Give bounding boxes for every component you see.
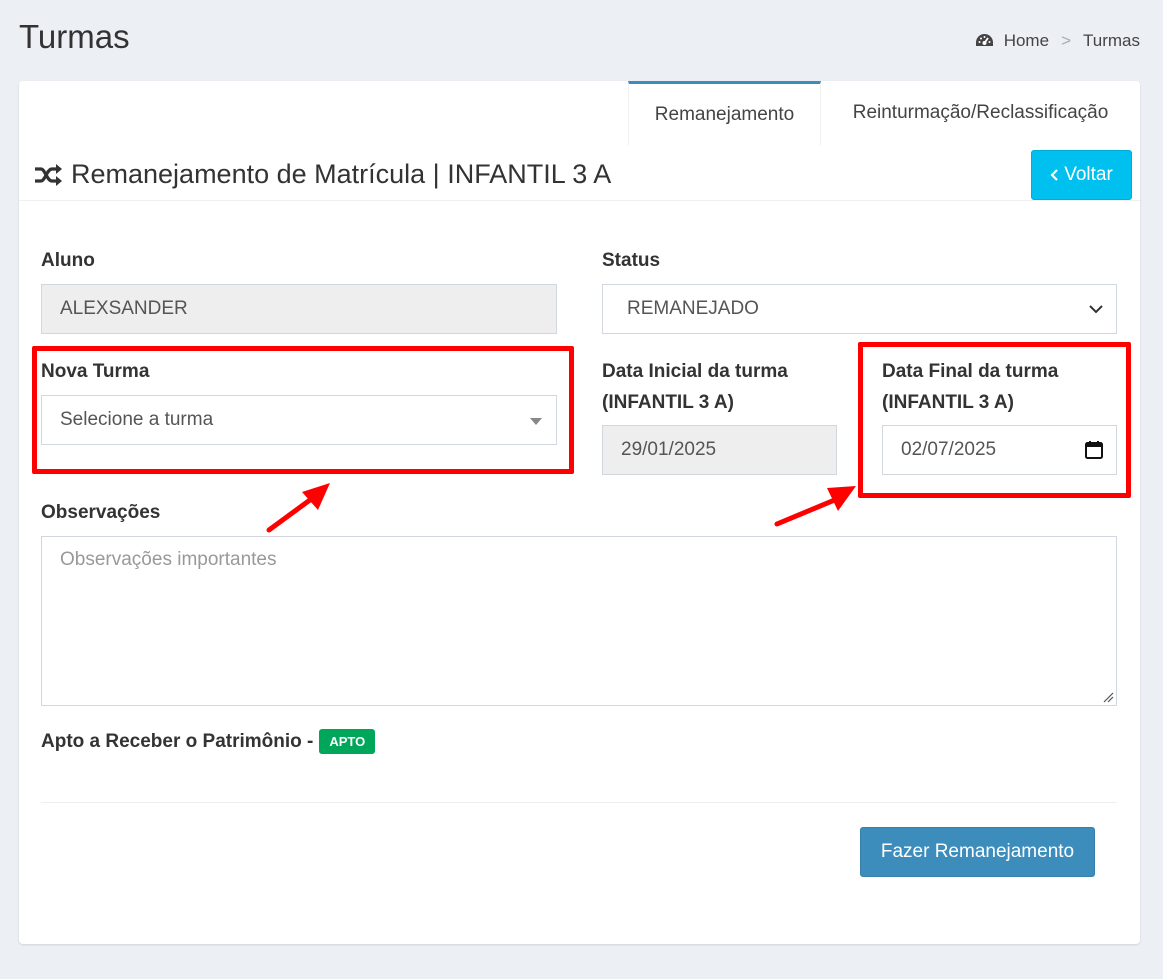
observacoes-label: Observações bbox=[41, 502, 161, 523]
resize-grip-icon[interactable] bbox=[1102, 691, 1114, 703]
chevron-left-icon bbox=[1050, 169, 1058, 181]
submit-button[interactable]: Fazer Remanejamento bbox=[860, 827, 1095, 877]
tab-remanejamento[interactable]: Remanejamento bbox=[628, 81, 821, 145]
data-inicial-label: Data Inicial da turma (INFANTIL 3 A) bbox=[602, 356, 788, 418]
status-label: Status bbox=[602, 250, 661, 271]
dashboard-icon bbox=[975, 34, 993, 46]
nova-turma-label: Nova Turma bbox=[41, 361, 150, 382]
breadcrumb-current: Turmas bbox=[1083, 31, 1140, 50]
breadcrumb-separator: > bbox=[1061, 31, 1071, 50]
main-card: Remanejamento Reinturmação/Reclassificaç… bbox=[19, 81, 1140, 944]
page-title: Turmas bbox=[19, 18, 130, 55]
aluno-field: ALEXSANDER bbox=[41, 284, 557, 334]
shuffle-icon bbox=[35, 163, 62, 186]
section-title: Remanejamento de Matrícula | INFANTIL 3 … bbox=[33, 159, 611, 190]
data-inicial-label-line2: (INFANTIL 3 A) bbox=[602, 392, 734, 413]
data-final-label-line1: Data Final da turma bbox=[882, 361, 1059, 382]
breadcrumb-home-link[interactable]: Home bbox=[1004, 31, 1049, 51]
observacoes-textarea[interactable]: Observações importantes bbox=[41, 536, 1117, 706]
apto-line: Apto a Receber o Patrimônio - APTO bbox=[41, 729, 376, 754]
data-inicial-value: 29/01/2025 bbox=[621, 439, 717, 460]
data-final-label-line2: (INFANTIL 3 A) bbox=[882, 392, 1014, 413]
data-inicial-field: 29/01/2025 bbox=[602, 425, 837, 475]
annotation-arrow-left bbox=[266, 483, 330, 533]
caret-down-icon bbox=[530, 418, 542, 425]
annotation-arrow-right bbox=[774, 486, 856, 527]
breadcrumb: Home > Turmas bbox=[975, 31, 1140, 51]
card-header: Remanejamento de Matrícula | INFANTIL 3 … bbox=[19, 145, 1140, 201]
data-inicial-label-line1: Data Inicial da turma bbox=[602, 361, 788, 382]
back-button[interactable]: Voltar bbox=[1031, 150, 1132, 200]
nova-turma-select[interactable]: Selecione a turma bbox=[41, 395, 557, 445]
chevron-down-icon bbox=[1089, 305, 1103, 314]
apto-label: Apto a Receber o Patrimônio - bbox=[41, 730, 314, 752]
data-final-value: 02/07/2025 bbox=[901, 439, 997, 460]
section-title-text: Remanejamento de Matrícula | INFANTIL 3 … bbox=[71, 159, 612, 189]
divider bbox=[41, 802, 1117, 803]
data-final-input[interactable]: 02/07/2025 bbox=[882, 425, 1117, 475]
status-value: REMANEJADO bbox=[627, 298, 759, 319]
data-final-label: Data Final da turma (INFANTIL 3 A) bbox=[882, 356, 1058, 418]
calendar-icon[interactable] bbox=[1084, 440, 1104, 460]
aluno-value: ALEXSANDER bbox=[60, 298, 188, 319]
status-select[interactable]: REMANEJADO bbox=[602, 284, 1117, 334]
back-button-label: Voltar bbox=[1064, 164, 1113, 185]
observacoes-placeholder: Observações importantes bbox=[60, 549, 277, 570]
tabs: Remanejamento Reinturmação/Reclassificaç… bbox=[628, 81, 1140, 145]
aluno-label: Aluno bbox=[41, 250, 95, 271]
apto-badge: APTO bbox=[319, 729, 376, 754]
nova-turma-value: Selecione a turma bbox=[60, 409, 214, 430]
tab-reinturmacao[interactable]: Reinturmação/Reclassificação bbox=[821, 81, 1140, 145]
